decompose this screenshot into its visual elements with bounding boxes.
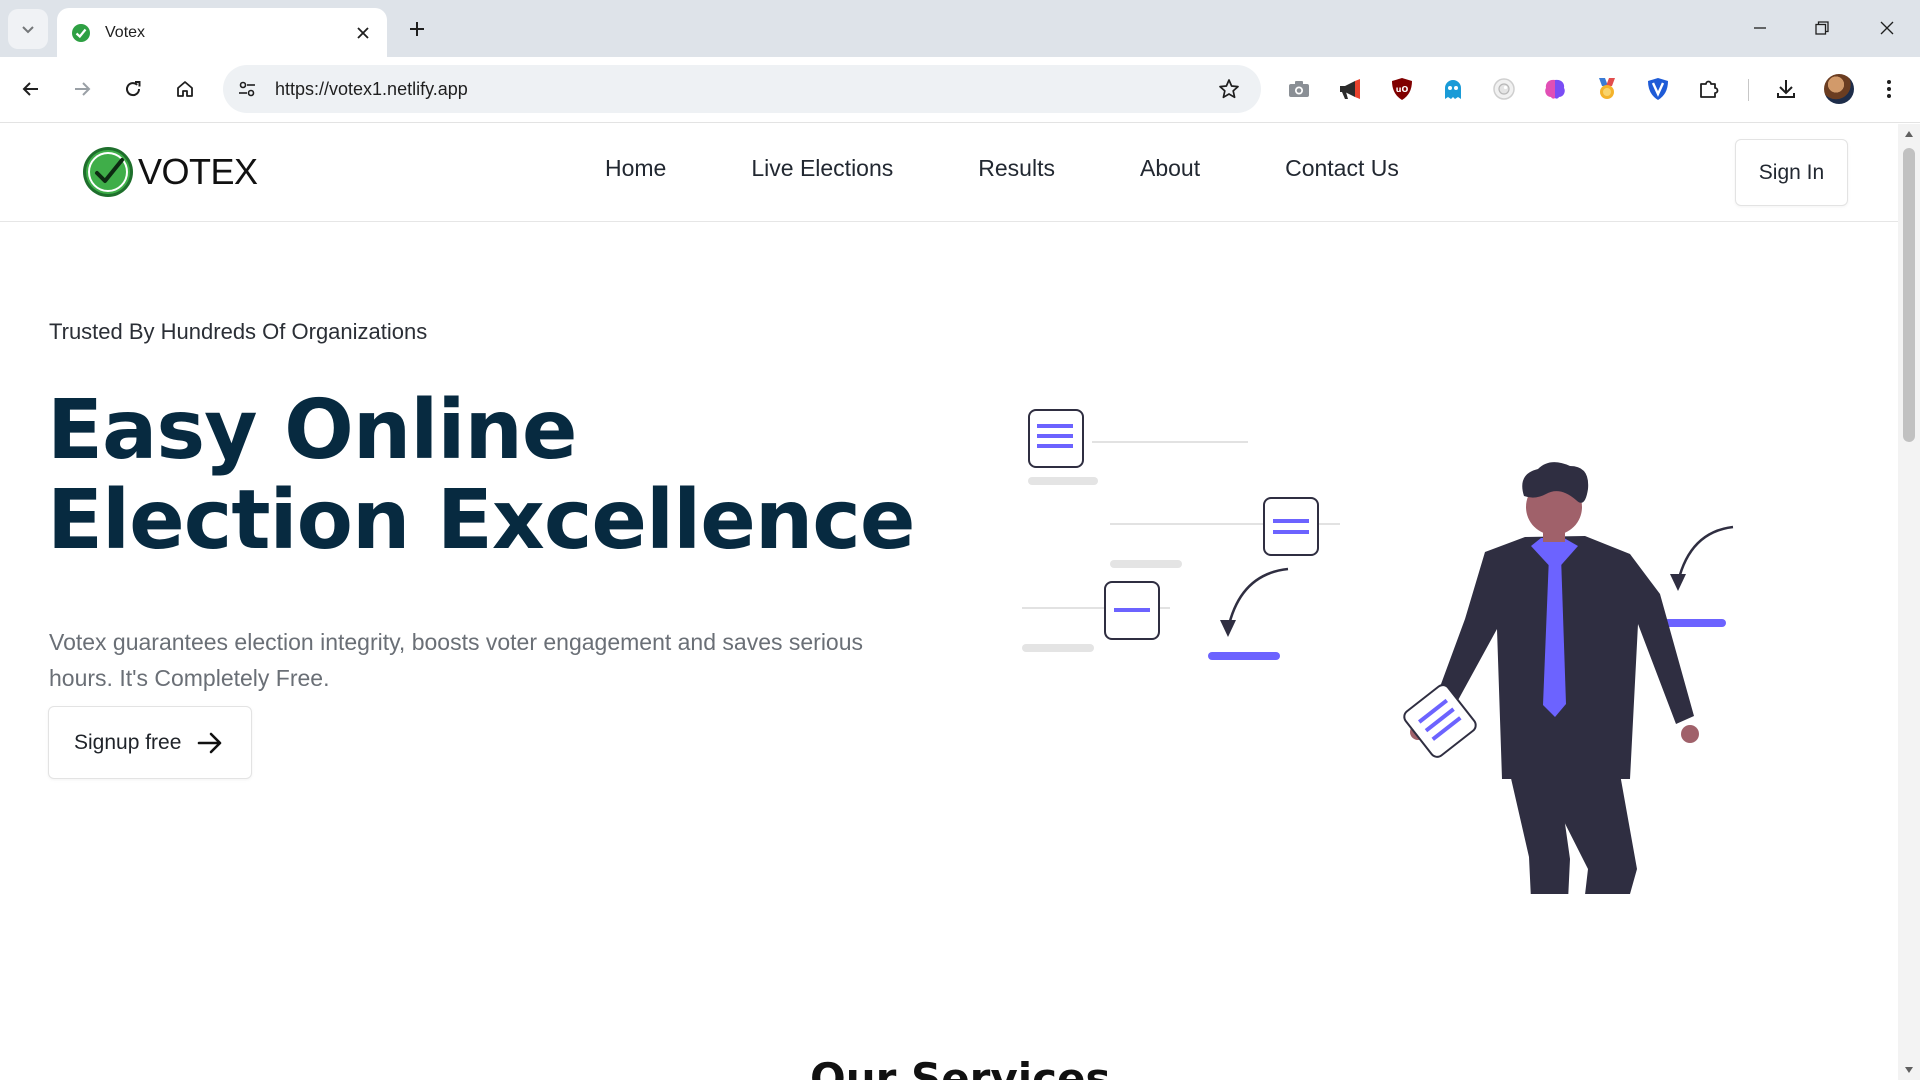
restore-button[interactable] — [1802, 10, 1842, 46]
megaphone-icon — [1340, 79, 1360, 99]
arrow-right-icon — [198, 732, 222, 753]
arrow-left-icon — [22, 82, 38, 96]
extensions-menu-button[interactable] — [1692, 72, 1726, 106]
triangle-up-icon — [1905, 131, 1913, 137]
reload-icon — [126, 81, 141, 97]
toolbar-separator — [1748, 79, 1749, 101]
hero-description: Votex guarantees election integrity, boo… — [49, 629, 864, 691]
votex-favicon-icon — [72, 23, 90, 42]
close-icon — [1880, 21, 1894, 35]
page-viewport: VOTEX Home Live Elections Results About … — [0, 124, 1898, 1080]
nav-results[interactable]: Results — [978, 155, 1055, 182]
minimize-button[interactable] — [1740, 10, 1780, 46]
nav-home[interactable]: Home — [605, 155, 666, 182]
tab-search-button[interactable] — [8, 9, 48, 49]
scroll-down-button[interactable] — [1903, 1064, 1915, 1076]
arrow-right-icon — [75, 82, 91, 96]
extension-shield-v[interactable] — [1641, 72, 1675, 106]
chevron-down-icon — [22, 26, 34, 34]
browser-tab[interactable]: Votex — [57, 8, 387, 57]
bookmark-button[interactable] — [1215, 75, 1243, 103]
hero-title: Easy Online Election Excellence — [47, 383, 915, 568]
nav-about[interactable]: About — [1140, 155, 1200, 182]
nav-contact-us[interactable]: Contact Us — [1285, 155, 1399, 182]
forward-button[interactable] — [63, 70, 101, 108]
new-tab-button[interactable] — [402, 14, 432, 44]
tune-icon — [239, 81, 255, 97]
plus-icon — [410, 22, 424, 36]
brand-name: VOTEX — [138, 151, 258, 192]
profile-avatar[interactable] — [1824, 74, 1854, 104]
voting-illustration — [1022, 409, 1734, 894]
browser-toolbar: https://votex1.netlify.app uO — [0, 57, 1920, 123]
svg-text:uO: uO — [1396, 85, 1409, 94]
extension-camera[interactable] — [1282, 72, 1316, 106]
puzzle-icon — [1700, 80, 1719, 98]
ghost-icon — [1445, 80, 1461, 99]
hero-title-line-1: Easy Online — [47, 383, 577, 478]
brand-link[interactable]: VOTEX — [82, 146, 258, 198]
checkmark-logo-icon — [83, 147, 133, 197]
site-header: VOTEX Home Live Elections Results About … — [0, 124, 1898, 222]
extension-medal[interactable] — [1590, 72, 1624, 106]
shield-v-icon — [1648, 78, 1668, 100]
minimize-icon — [1754, 27, 1766, 29]
browser-tab-strip: Votex — [0, 0, 1920, 57]
hero-tagline: Trusted By Hundreds Of Organizations — [49, 319, 428, 344]
reload-button[interactable] — [114, 70, 152, 108]
sign-in-button[interactable]: Sign In — [1735, 139, 1848, 206]
hero-title-line-2: Election Excellence — [47, 473, 915, 568]
nav-live-elections[interactable]: Live Elections — [751, 155, 893, 182]
download-icon — [1777, 80, 1795, 98]
extension-megaphone[interactable] — [1333, 72, 1367, 106]
triangle-down-icon — [1905, 1067, 1913, 1073]
back-button[interactable] — [12, 70, 50, 108]
home-button[interactable] — [166, 70, 204, 108]
kebab-menu-icon — [1887, 80, 1891, 98]
tab-title: Votex — [105, 23, 146, 41]
brain-icon — [1545, 79, 1565, 99]
main-nav: Home Live Elections Results About Contac… — [605, 155, 1399, 182]
close-tab-button[interactable] — [351, 21, 375, 45]
eye-icon — [1493, 78, 1515, 100]
site-info-button[interactable] — [235, 77, 259, 101]
scroll-up-button[interactable] — [1903, 128, 1915, 140]
medal-icon — [1599, 78, 1615, 99]
extension-ublock[interactable]: uO — [1385, 72, 1419, 106]
address-bar[interactable]: https://votex1.netlify.app — [223, 65, 1261, 113]
ublock-shield-icon: uO — [1392, 78, 1412, 100]
downloads-button[interactable] — [1769, 72, 1803, 106]
signup-free-button[interactable]: Signup free — [48, 706, 252, 779]
star-icon — [1219, 79, 1239, 99]
signup-free-label: Signup free — [74, 730, 182, 754]
services-heading: Our Services — [810, 1054, 1111, 1080]
home-icon — [177, 81, 193, 97]
extension-eye[interactable] — [1487, 72, 1521, 106]
close-icon — [357, 26, 369, 39]
extension-ghost[interactable] — [1436, 72, 1470, 106]
browser-menu-button[interactable] — [1872, 72, 1906, 106]
scrollbar-thumb[interactable] — [1903, 148, 1915, 442]
restore-icon — [1815, 21, 1829, 35]
page-scrollbar[interactable] — [1898, 124, 1920, 1080]
camera-icon — [1289, 81, 1309, 97]
address-url[interactable]: https://votex1.netlify.app — [275, 79, 1215, 100]
close-window-button[interactable] — [1867, 10, 1907, 46]
extension-brain[interactable] — [1538, 72, 1572, 106]
